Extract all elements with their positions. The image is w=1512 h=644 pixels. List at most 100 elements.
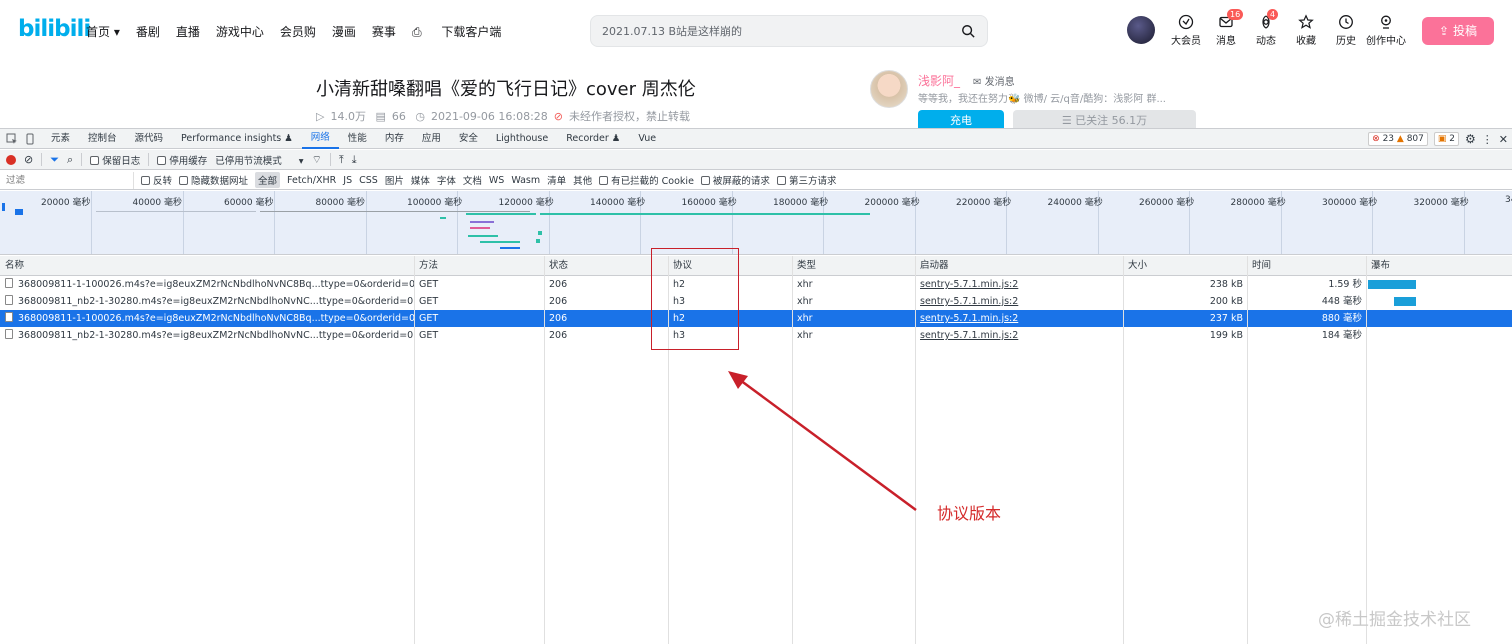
- column-divider[interactable]: [544, 256, 545, 644]
- column-header-type[interactable]: 类型: [792, 256, 915, 276]
- blocked-requests-checkbox[interactable]: 被屏蔽的请求: [700, 173, 770, 187]
- tab-elements[interactable]: 元素: [42, 129, 79, 149]
- user-avatar[interactable]: [1127, 16, 1155, 44]
- network-conditions-icon[interactable]: ⌔: [312, 153, 322, 167]
- nav-item-game-center[interactable]: 游戏中心: [216, 23, 264, 40]
- header-vip[interactable]: 大会员: [1166, 12, 1206, 47]
- network-overview-timeline[interactable]: 20000 毫秒 40000 毫秒 60000 毫秒 80000 毫秒 100000 毫…: [0, 191, 1512, 255]
- uploader-avatar[interactable]: [870, 70, 908, 108]
- inspect-element-icon[interactable]: [6, 133, 18, 145]
- third-party-checkbox[interactable]: 第三方请求: [776, 173, 836, 187]
- type-filter-media[interactable]: 媒体: [411, 173, 430, 187]
- type-filter-css[interactable]: CSS: [359, 175, 378, 186]
- more-options-icon[interactable]: ⋮: [1482, 133, 1493, 146]
- cell-initiator[interactable]: sentry-5.7.1.min.js:2: [915, 327, 1123, 344]
- type-filter-all[interactable]: 全部: [255, 172, 281, 188]
- tab-vue[interactable]: Vue: [629, 129, 665, 149]
- issues-counter[interactable]: ▣ 2: [1433, 132, 1460, 146]
- column-header-size[interactable]: 大小: [1123, 256, 1247, 276]
- device-toolbar-icon[interactable]: [24, 133, 36, 145]
- column-header-method[interactable]: 方法: [414, 256, 544, 276]
- header-message[interactable]: 16 消息: [1206, 9, 1246, 47]
- invert-checkbox[interactable]: 反转: [141, 173, 172, 187]
- tab-console[interactable]: 控制台: [79, 129, 126, 149]
- column-header-initiator[interactable]: 启动器: [915, 256, 1123, 276]
- tab-network[interactable]: 网络: [301, 129, 339, 149]
- nav-item-anime[interactable]: 番剧: [136, 23, 160, 40]
- nav-item-home[interactable]: 首页 ▾: [86, 23, 120, 40]
- header-dynamic[interactable]: 4 动态: [1246, 9, 1286, 47]
- column-divider[interactable]: [414, 256, 415, 644]
- cell-initiator[interactable]: sentry-5.7.1.min.js:2: [915, 293, 1123, 310]
- disable-cache-checkbox[interactable]: 停用缓存: [157, 153, 207, 167]
- cell-text: 184 毫秒: [1321, 330, 1362, 341]
- column-divider[interactable]: [1247, 256, 1248, 644]
- nav-item-shop[interactable]: 会员购: [280, 23, 316, 40]
- export-har-icon[interactable]: ⤓: [352, 153, 357, 167]
- search-network-icon[interactable]: ⌕: [67, 153, 73, 167]
- table-row[interactable]: 368009811-1-100026.m4s?e=ig8euxZM2rNcNbd…: [0, 276, 1512, 293]
- upload-button[interactable]: ⇪ 投稿: [1422, 17, 1494, 45]
- record-icon[interactable]: [6, 154, 16, 165]
- column-header-name[interactable]: 名称: [0, 256, 414, 276]
- filter-funnel-icon[interactable]: ⏷: [50, 153, 59, 167]
- type-filter-doc[interactable]: 文档: [463, 173, 482, 187]
- charge-button[interactable]: 充电: [918, 110, 1004, 128]
- type-filter-fetch-xhr[interactable]: Fetch/XHR: [287, 175, 336, 186]
- blocked-cookies-checkbox[interactable]: 有已拦截的 Cookie: [599, 173, 694, 187]
- type-filter-manifest[interactable]: 清单: [547, 173, 566, 187]
- close-devtools-icon[interactable]: ✕: [1499, 133, 1508, 146]
- cell-name[interactable]: 368009811_nb2-1-30280.m4s?e=ig8euxZM2rNc…: [0, 293, 414, 310]
- column-divider[interactable]: [915, 256, 916, 644]
- table-row[interactable]: 368009811-1-100026.m4s?e=ig8euxZM2rNcNbd…: [0, 310, 1512, 327]
- error-warning-counter[interactable]: ⊗ 23 ▲ 807: [1368, 132, 1428, 146]
- tab-lighthouse[interactable]: Lighthouse: [487, 129, 557, 149]
- nav-item-live[interactable]: 直播: [176, 23, 200, 40]
- clear-icon[interactable]: ⊘: [24, 153, 33, 166]
- cell-name[interactable]: 368009811_nb2-1-30280.m4s?e=ig8euxZM2rNc…: [0, 327, 414, 344]
- column-divider[interactable]: [792, 256, 793, 644]
- uploader-name[interactable]: 浅影阿_: [918, 72, 960, 89]
- import-har-icon[interactable]: ⤒: [339, 153, 344, 167]
- type-filter-js[interactable]: JS: [343, 175, 352, 186]
- hide-data-urls-checkbox[interactable]: 隐藏数据网址: [179, 173, 248, 187]
- cell-name[interactable]: 368009811-1-100026.m4s?e=ig8euxZM2rNcNbd…: [0, 276, 414, 293]
- nav-item-download[interactable]: ⎙ 下载客户端: [412, 23, 517, 40]
- column-header-status[interactable]: 状态: [544, 256, 668, 276]
- type-filter-wasm[interactable]: Wasm: [511, 175, 540, 186]
- cell-initiator[interactable]: sentry-5.7.1.min.js:2: [915, 276, 1123, 293]
- search-icon[interactable]: [961, 24, 975, 38]
- column-divider[interactable]: [1123, 256, 1124, 644]
- tab-security[interactable]: 安全: [450, 129, 487, 149]
- nav-item-manga[interactable]: 漫画: [332, 23, 356, 40]
- column-header-waterfall[interactable]: 瀑布: [1366, 256, 1512, 276]
- bilibili-logo[interactable]: bilibili: [18, 16, 91, 42]
- table-row[interactable]: 368009811_nb2-1-30280.m4s?e=ig8euxZM2rNc…: [0, 293, 1512, 310]
- type-filter-img[interactable]: 图片: [385, 173, 404, 187]
- preserve-log-checkbox[interactable]: 保留日志: [90, 153, 140, 167]
- header-creator[interactable]: 创作中心: [1366, 12, 1406, 47]
- tab-performance-insights[interactable]: Performance insights ♟: [172, 129, 302, 149]
- table-row[interactable]: 368009811_nb2-1-30280.m4s?e=ig8euxZM2rNc…: [0, 327, 1512, 344]
- type-filter-ws[interactable]: WS: [489, 175, 504, 186]
- type-filter-other[interactable]: 其他: [573, 173, 592, 187]
- column-divider[interactable]: [1366, 256, 1367, 644]
- tab-sources[interactable]: 源代码: [126, 129, 173, 149]
- follow-button[interactable]: ☰ 已关注 56.1万: [1013, 110, 1196, 128]
- header-favorites[interactable]: 收藏: [1286, 12, 1326, 47]
- nav-item-esports[interactable]: 赛事: [372, 23, 396, 40]
- filter-input[interactable]: [0, 171, 134, 189]
- tab-performance[interactable]: 性能: [339, 129, 376, 149]
- throttle-select[interactable]: 已停用节流模式 ▾: [215, 153, 303, 167]
- send-message-link[interactable]: ✉ 发消息: [973, 73, 1015, 88]
- header-history[interactable]: 历史: [1326, 12, 1366, 47]
- cell-initiator[interactable]: sentry-5.7.1.min.js:2: [915, 310, 1123, 327]
- tab-recorder[interactable]: Recorder ♟: [557, 129, 629, 149]
- cell-name[interactable]: 368009811-1-100026.m4s?e=ig8euxZM2rNcNbd…: [0, 310, 414, 327]
- search-input[interactable]: [602, 24, 942, 37]
- type-filter-font[interactable]: 字体: [437, 173, 456, 187]
- column-header-time[interactable]: 时间: [1247, 256, 1366, 276]
- tab-application[interactable]: 应用: [413, 129, 450, 149]
- tab-memory[interactable]: 内存: [376, 129, 413, 149]
- settings-gear-icon[interactable]: ⚙: [1465, 132, 1476, 146]
